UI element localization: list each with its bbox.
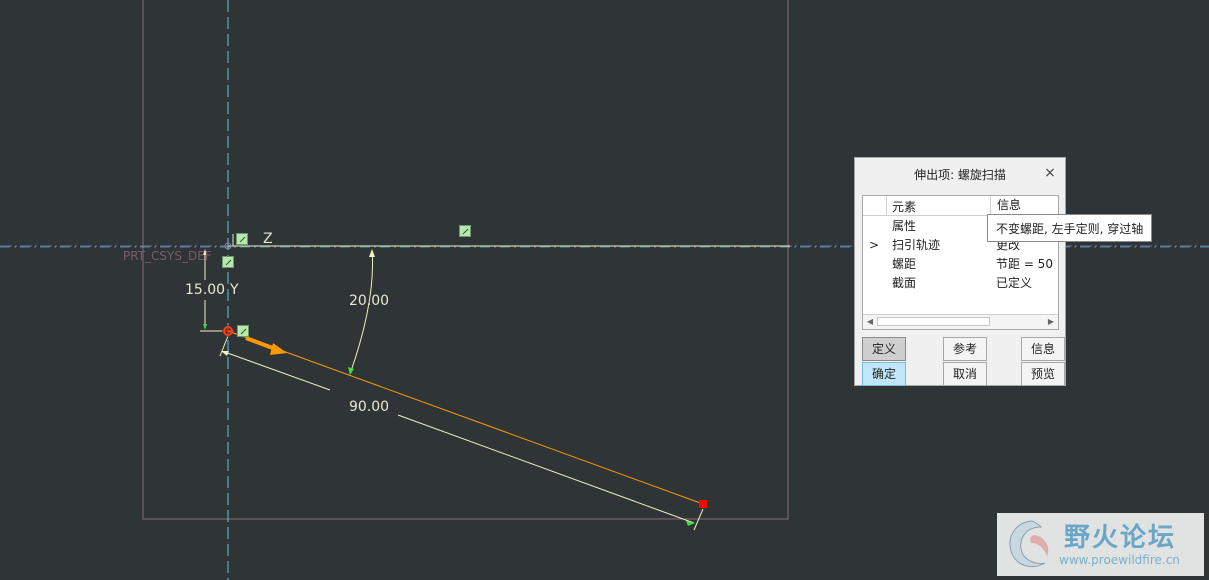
ok-button[interactable]: 确定 <box>862 362 906 386</box>
header-marker-col <box>863 196 887 215</box>
dim-90-arrow-start <box>221 351 229 356</box>
dim-90-line-a <box>221 350 331 391</box>
constraint-icon-csys-bottom[interactable] <box>222 256 234 268</box>
horizontal-scrollbar[interactable]: ◀ ▶ <box>863 314 1058 329</box>
dim-20-arrow-top <box>369 249 375 257</box>
flame-logo-icon <box>1009 520 1049 567</box>
close-icon[interactable]: × <box>1043 166 1057 180</box>
preview-button[interactable]: 预览 <box>1021 362 1065 386</box>
dimension-length[interactable]: 90.00 <box>349 399 389 415</box>
dim-20-arrow-bottom <box>348 367 354 375</box>
dialog-title: 伸出项: 螺旋扫描 <box>914 167 1006 182</box>
csys-label: PRT_CSYS_DEF <box>123 249 212 263</box>
row-name: 截面 <box>892 276 917 290</box>
scrollbar-thumb[interactable] <box>877 317 990 326</box>
axis-z-label: Z <box>263 231 273 247</box>
header-element: 元素 <box>892 200 917 214</box>
attributes-tooltip: 不变螺距, 左手定则, 穿过轴 <box>987 214 1153 242</box>
row-name: 螺距 <box>892 257 917 271</box>
dim-20-arc <box>349 249 373 375</box>
row-marker: > <box>869 238 880 252</box>
define-button[interactable]: 定义 <box>862 337 906 361</box>
table-header: 元素 信息 <box>863 196 1058 216</box>
table-row-section[interactable]: 截面 已定义 <box>863 274 1058 293</box>
sketch-frame <box>142 0 789 520</box>
helical-sweep-dialog: 伸出项: 螺旋扫描 × 元素 信息 属性 > 扫引轨迹 更改 螺距 节距 = 5… <box>854 157 1066 386</box>
constraint-icon-horizontal[interactable] <box>459 225 471 237</box>
direction-arrow-head[interactable] <box>270 343 287 355</box>
row-info: 节距 = 50 <box>996 257 1053 271</box>
info-button[interactable]: 信息 <box>1021 337 1065 361</box>
row-name: 属性 <box>892 219 917 233</box>
dim-15-arrow-down <box>203 324 207 330</box>
sweep-trajectory-line[interactable] <box>227 330 704 505</box>
reference-button[interactable]: 参考 <box>943 337 987 361</box>
dim-90-line-b <box>397 414 695 524</box>
scroll-right-icon[interactable]: ▶ <box>1045 316 1057 328</box>
watermark-url: www.proewildfire.cn <box>1059 553 1180 567</box>
forum-watermark: 野火论坛 www.proewildfire.cn <box>997 513 1204 576</box>
watermark-title: 野火论坛 <box>1064 523 1177 553</box>
constraint-icon-csys-top[interactable] <box>236 233 248 245</box>
dimension-angle[interactable]: 20.00 <box>349 293 389 309</box>
dimension-vertical[interactable]: 15.00 <box>185 282 225 298</box>
row-info: 已定义 <box>996 276 1033 290</box>
end-point-marker[interactable] <box>699 500 707 508</box>
row-name: 扫引轨迹 <box>892 238 941 252</box>
axis-y-label: Y <box>230 282 239 298</box>
table-row-pitch[interactable]: 螺距 节距 = 50 <box>863 255 1058 274</box>
cancel-button[interactable]: 取消 <box>943 362 987 386</box>
constraint-icon-start-point[interactable] <box>237 325 249 337</box>
header-info: 信息 <box>990 196 1060 215</box>
scroll-left-icon[interactable]: ◀ <box>864 316 876 328</box>
